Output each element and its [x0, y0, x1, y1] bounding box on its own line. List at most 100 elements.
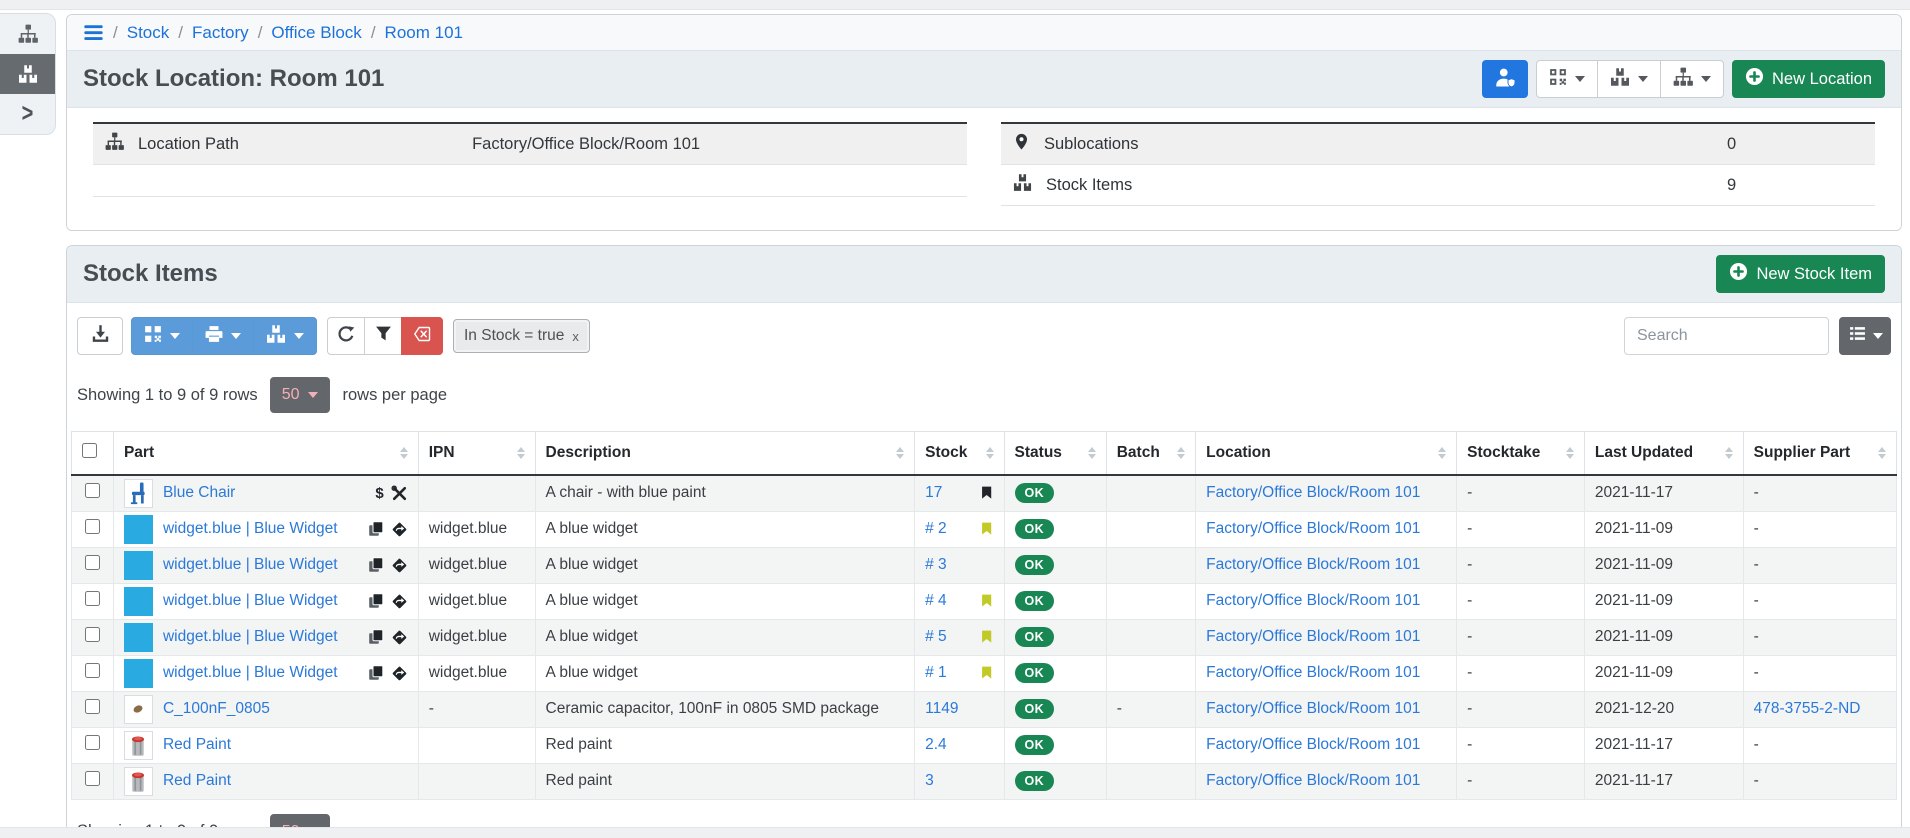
sidebar-item-location-tree[interactable] [0, 14, 55, 54]
stock-link[interactable]: 2.4 [925, 736, 947, 754]
diamond-icon [391, 593, 408, 610]
column-header-status[interactable]: Status [1004, 432, 1106, 476]
new-stock-item-label: New Stock Item [1756, 265, 1872, 284]
part-link[interactable]: Red Paint [163, 736, 231, 754]
filter-chip-remove[interactable]: x [572, 329, 579, 344]
table-row: Red Paint Red paint 2.4 OK Factory/Offic… [72, 727, 1897, 763]
column-header-supplier-part[interactable]: Supplier Part [1743, 432, 1896, 476]
table-row: widget.blue | Blue Widget widget.blue A … [72, 619, 1897, 655]
breadcrumb-link-office-block[interactable]: Office Block [271, 23, 361, 43]
stock-link[interactable]: # 5 [925, 628, 947, 646]
row-checkbox[interactable] [85, 591, 100, 606]
location-details: Location Path Factory/Office Block/Room … [67, 108, 1901, 230]
row-checkbox[interactable] [85, 483, 100, 498]
print-menu-button[interactable] [192, 317, 254, 355]
sort-carets-icon [1171, 447, 1185, 459]
search-input[interactable] [1624, 317, 1829, 355]
row-checkbox[interactable] [85, 627, 100, 642]
column-header-last-updated[interactable]: Last Updated [1584, 432, 1743, 476]
stock-link[interactable]: # 1 [925, 664, 947, 682]
part-link[interactable]: widget.blue | Blue Widget [163, 628, 338, 646]
row-checkbox[interactable] [85, 771, 100, 786]
stock-link[interactable]: 3 [925, 772, 934, 790]
stock-link[interactable]: 17 [925, 484, 942, 502]
filter-button[interactable] [364, 317, 402, 355]
chevron-down-icon [1873, 333, 1883, 339]
stock-link[interactable]: # 2 [925, 520, 947, 538]
page-size-button[interactable]: 50 [270, 377, 331, 413]
bookmark-icon [980, 665, 994, 681]
column-header-part[interactable]: Part [113, 432, 418, 476]
part-link[interactable]: Blue Chair [163, 484, 235, 502]
row-checkbox[interactable] [85, 699, 100, 714]
location-link[interactable]: Factory/Office Block/Room 101 [1206, 772, 1420, 789]
part-link[interactable]: widget.blue | Blue Widget [163, 592, 338, 610]
sort-carets-icon [511, 447, 525, 459]
supplier-part-cell: - [1743, 583, 1896, 619]
clear-filters-button[interactable] [401, 317, 443, 355]
breadcrumb-separator: / [113, 23, 118, 43]
select-all-header [72, 432, 114, 476]
column-header-location[interactable]: Location [1196, 432, 1457, 476]
part-link[interactable]: widget.blue | Blue Widget [163, 520, 338, 538]
column-select-button[interactable] [1839, 317, 1891, 355]
column-header-ipn[interactable]: IPN [418, 432, 535, 476]
column-header-stock[interactable]: Stock [915, 432, 1004, 476]
breadcrumb-link-factory[interactable]: Factory [192, 23, 249, 43]
location-link[interactable]: Factory/Office Block/Room 101 [1206, 664, 1420, 681]
row-checkbox[interactable] [85, 663, 100, 678]
column-header-description[interactable]: Description [535, 432, 915, 476]
stock-actions-group [131, 317, 317, 355]
location-link[interactable]: Factory/Office Block/Room 101 [1206, 700, 1420, 717]
sidebar: > [0, 13, 56, 135]
sidebar-item-stock-items[interactable] [0, 54, 55, 94]
ipn-cell: - [418, 691, 535, 727]
barcode-actions-button[interactable] [1536, 60, 1598, 98]
admin-button[interactable] [1482, 60, 1528, 98]
breadcrumb-link-stock[interactable]: Stock [127, 23, 170, 43]
column-header-batch[interactable]: Batch [1106, 432, 1195, 476]
part-link[interactable]: C_100nF_0805 [163, 700, 270, 718]
location-header-card: / Stock / Factory / Office Block / Room … [66, 14, 1902, 231]
hamburger-icon[interactable] [83, 22, 104, 43]
location-link[interactable]: Factory/Office Block/Room 101 [1206, 520, 1420, 537]
header-actions: New Location [1482, 60, 1885, 98]
location-path-table: Location Path Factory/Office Block/Room … [93, 122, 967, 197]
breadcrumb-separator: / [178, 23, 183, 43]
part-link[interactable]: Red Paint [163, 772, 231, 790]
stocktake-cell: - [1457, 655, 1585, 691]
new-location-button[interactable]: New Location [1732, 60, 1885, 98]
stock-link[interactable]: # 3 [925, 556, 947, 574]
location-options-button[interactable] [1660, 60, 1724, 98]
filter-chip-in-stock[interactable]: In Stock = true x [453, 319, 590, 353]
stock-link[interactable]: # 4 [925, 592, 947, 610]
row-checkbox[interactable] [85, 555, 100, 570]
stock-actions-button[interactable] [1597, 60, 1661, 98]
sidebar-expand-toggle[interactable]: > [0, 94, 55, 134]
new-stock-item-button[interactable]: New Stock Item [1716, 255, 1885, 293]
stock-options-menu-button[interactable] [253, 317, 317, 355]
breadcrumb-link-room-101[interactable]: Room 101 [385, 23, 463, 43]
chevron-down-icon [231, 333, 241, 339]
stock-link[interactable]: 1149 [925, 700, 958, 718]
stock-items-label: Stock Items [1046, 176, 1132, 195]
supplier-part-link[interactable]: 478-3755-2-ND [1754, 700, 1861, 717]
location-link[interactable]: Factory/Office Block/Room 101 [1206, 556, 1420, 573]
description-cell: Red paint [535, 763, 915, 799]
select-all-checkbox[interactable] [82, 443, 97, 458]
location-link[interactable]: Factory/Office Block/Room 101 [1206, 484, 1420, 501]
part-link[interactable]: widget.blue | Blue Widget [163, 556, 338, 574]
location-link[interactable]: Factory/Office Block/Room 101 [1206, 592, 1420, 609]
ipn-cell [418, 763, 535, 799]
row-checkbox[interactable] [85, 735, 100, 750]
download-button[interactable] [77, 317, 123, 355]
row-checkbox[interactable] [85, 519, 100, 534]
location-link[interactable]: Factory/Office Block/Room 101 [1206, 736, 1420, 753]
column-header-stocktake[interactable]: Stocktake [1457, 432, 1585, 476]
part-link[interactable]: widget.blue | Blue Widget [163, 664, 338, 682]
bookmark-icon [980, 593, 994, 609]
filter-icon [375, 325, 392, 347]
refresh-button[interactable] [327, 317, 365, 355]
barcode-menu-button[interactable] [131, 317, 193, 355]
location-link[interactable]: Factory/Office Block/Room 101 [1206, 628, 1420, 645]
